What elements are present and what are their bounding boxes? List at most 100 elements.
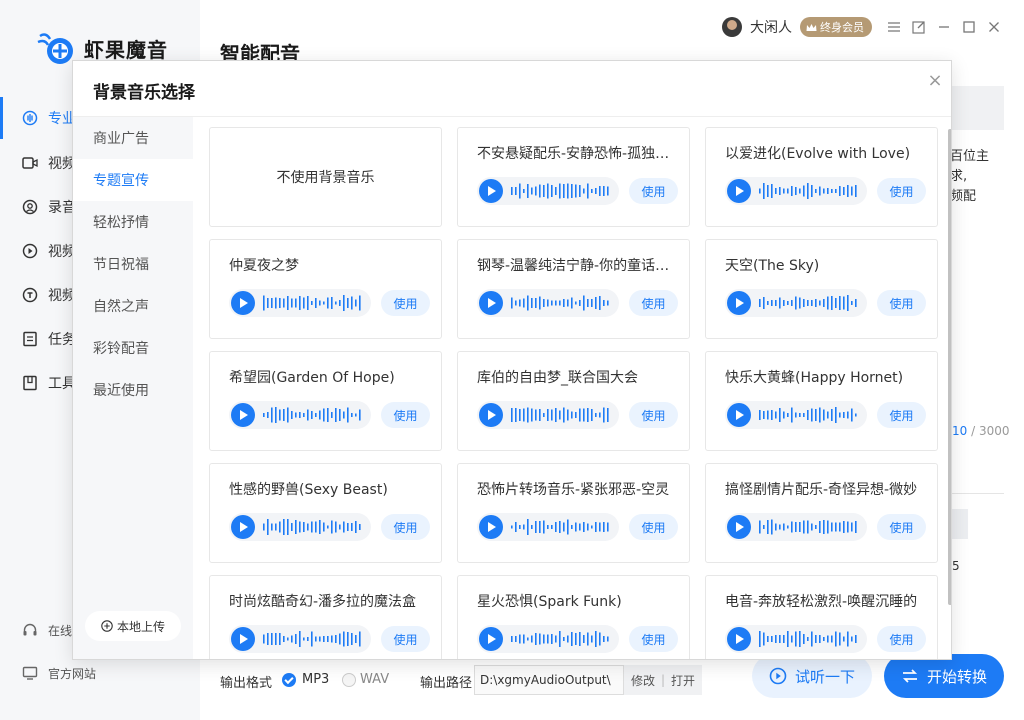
category-item[interactable]: 商业广告 [73, 117, 193, 159]
use-button[interactable]: 使用 [629, 290, 678, 316]
audio-player [477, 177, 619, 205]
waveform-icon [263, 407, 361, 423]
minimize-icon[interactable] [936, 19, 952, 35]
music-card[interactable]: 恐怖片转场音乐-紧张邪恶-空灵 使用 [457, 463, 690, 563]
use-button[interactable]: 使用 [877, 178, 926, 204]
format-label: 输出格式 [220, 676, 273, 691]
convert-arrows-icon [902, 669, 918, 683]
waveform-icon [511, 295, 609, 311]
dialog-title: 背景音乐选择 [93, 83, 195, 103]
play-icon[interactable] [231, 291, 255, 315]
path-divider: | [660, 673, 666, 687]
music-title: 仲夏夜之梦 [229, 258, 299, 274]
use-button[interactable]: 使用 [381, 626, 430, 652]
close-icon[interactable]: × [927, 72, 943, 90]
play-icon[interactable] [479, 179, 503, 203]
local-upload-button[interactable]: 本地上传 [85, 611, 181, 641]
format-option-mp3[interactable]: MP3 [302, 672, 329, 687]
play-icon[interactable] [727, 403, 751, 427]
music-title: 搞怪剧情片配乐-奇怪异想-微妙 [725, 482, 918, 498]
waveform-icon [759, 519, 857, 535]
music-card[interactable]: 不安悬疑配乐-安静恐怖-孤独寂寞使用 [457, 127, 690, 227]
play-icon[interactable] [727, 291, 751, 315]
preview-button[interactable]: 试听一下 [752, 654, 872, 698]
play-icon[interactable] [231, 403, 255, 427]
play-icon[interactable] [727, 179, 751, 203]
category-item[interactable]: 轻松抒情 [73, 201, 193, 243]
audio-player [229, 289, 371, 317]
use-button[interactable]: 使用 [629, 626, 678, 652]
background-text-line: 求, [950, 169, 968, 184]
music-card[interactable]: 钢琴-温馨纯洁宁静-你的童话世界 使用 [457, 239, 690, 339]
menu-icon[interactable] [886, 19, 902, 35]
music-card[interactable]: 希望园(Garden Of Hope) 使用 [209, 351, 442, 451]
use-button[interactable]: 使用 [877, 290, 926, 316]
sidebar-foot-label: 在线 [48, 623, 73, 638]
use-button[interactable]: 使用 [877, 514, 926, 540]
no-music-card[interactable]: 不使用背景音乐 [209, 127, 442, 227]
category-item-active[interactable]: 专题宣传 [73, 159, 193, 201]
use-button[interactable]: 使用 [877, 402, 926, 428]
output-path-field[interactable]: D:\xgmyAudioOutput\ [474, 665, 624, 695]
audio-player [725, 625, 867, 653]
music-card[interactable]: 以爱进化(Evolve with Love) 使用 [705, 127, 938, 227]
play-icon[interactable] [479, 515, 503, 539]
modify-path-button[interactable]: 修改 [631, 672, 655, 689]
music-card[interactable]: 星火恐惧(Spark Funk) 使用 [457, 575, 690, 659]
format-option-wav[interactable]: WAV [360, 672, 389, 687]
category-list: 商业广告 专题宣传 轻松抒情 节日祝福 自然之声 彩铃配音 最近使用 本地上传 [73, 117, 193, 659]
music-card[interactable]: 电音-奔放轻松激烈-唤醒沉睡的 使用 [705, 575, 938, 659]
music-title: 性感的野兽(Sexy Beast) [229, 482, 388, 498]
vip-badge[interactable]: 终身会员 [800, 17, 872, 37]
close-window-icon[interactable] [986, 19, 1002, 35]
play-icon[interactable] [479, 627, 503, 651]
user-name[interactable]: 大闲人 [750, 17, 792, 37]
use-button[interactable]: 使用 [629, 514, 678, 540]
music-card[interactable]: 天空(The Sky) 使用 [705, 239, 938, 339]
waveform-icon [263, 631, 361, 647]
app-name: 虾果魔音 [84, 37, 168, 62]
use-button[interactable]: 使用 [629, 178, 678, 204]
format-radio-mp3[interactable] [282, 673, 296, 687]
play-icon[interactable] [231, 627, 255, 651]
maximize-icon[interactable] [961, 19, 977, 35]
audio-player [477, 513, 619, 541]
audio-player [725, 289, 867, 317]
music-card[interactable]: 快乐大黄蜂(Happy Hornet) 使用 [705, 351, 938, 451]
format-radio-wav[interactable] [342, 673, 356, 687]
use-button[interactable]: 使用 [629, 402, 678, 428]
start-convert-button[interactable]: 开始转换 [884, 654, 1004, 698]
music-title: 不安悬疑配乐-安静恐怖-孤独寂寞 [477, 146, 677, 162]
scrollbar[interactable] [948, 129, 951, 605]
headset-icon [22, 622, 38, 638]
use-button[interactable]: 使用 [381, 514, 430, 540]
sidebar-official-site[interactable]: 官方网站 [0, 658, 200, 688]
open-path-button[interactable]: 打开 [671, 672, 695, 689]
audio-player [725, 177, 867, 205]
play-icon[interactable] [479, 291, 503, 315]
play-icon[interactable] [231, 515, 255, 539]
category-item[interactable]: 节日祝福 [73, 243, 193, 285]
use-button[interactable]: 使用 [381, 290, 430, 316]
music-title: 星火恐惧(Spark Funk) [477, 594, 622, 610]
bottom-bar: 输出格式 MP3 WAV 输出路径 D:\xgmyAudioOutput\ 修改… [200, 654, 1024, 720]
music-card[interactable]: 时尚炫酷奇幻-潘多拉的魔法盒 使用 [209, 575, 442, 659]
category-item[interactable]: 最近使用 [73, 369, 193, 411]
waveform-icon [511, 631, 609, 647]
play-icon[interactable] [727, 627, 751, 651]
use-button[interactable]: 使用 [877, 626, 926, 652]
play-icon[interactable] [727, 515, 751, 539]
play-icon[interactable] [479, 403, 503, 427]
music-card[interactable]: 性感的野兽(Sexy Beast) 使用 [209, 463, 442, 563]
category-item[interactable]: 彩铃配音 [73, 327, 193, 369]
music-card[interactable]: 仲夏夜之梦使用 [209, 239, 442, 339]
music-card[interactable]: 搞怪剧情片配乐-奇怪异想-微妙使用 [705, 463, 938, 563]
preview-label: 试听一下 [794, 667, 855, 686]
audio-player [477, 289, 619, 317]
video-convert-icon [22, 287, 38, 303]
avatar[interactable] [722, 17, 742, 37]
music-card[interactable]: 库伯的自由梦_联合国大会 使用 [457, 351, 690, 451]
feedback-edit-icon[interactable] [911, 19, 927, 35]
use-button[interactable]: 使用 [381, 402, 430, 428]
category-item[interactable]: 自然之声 [73, 285, 193, 327]
